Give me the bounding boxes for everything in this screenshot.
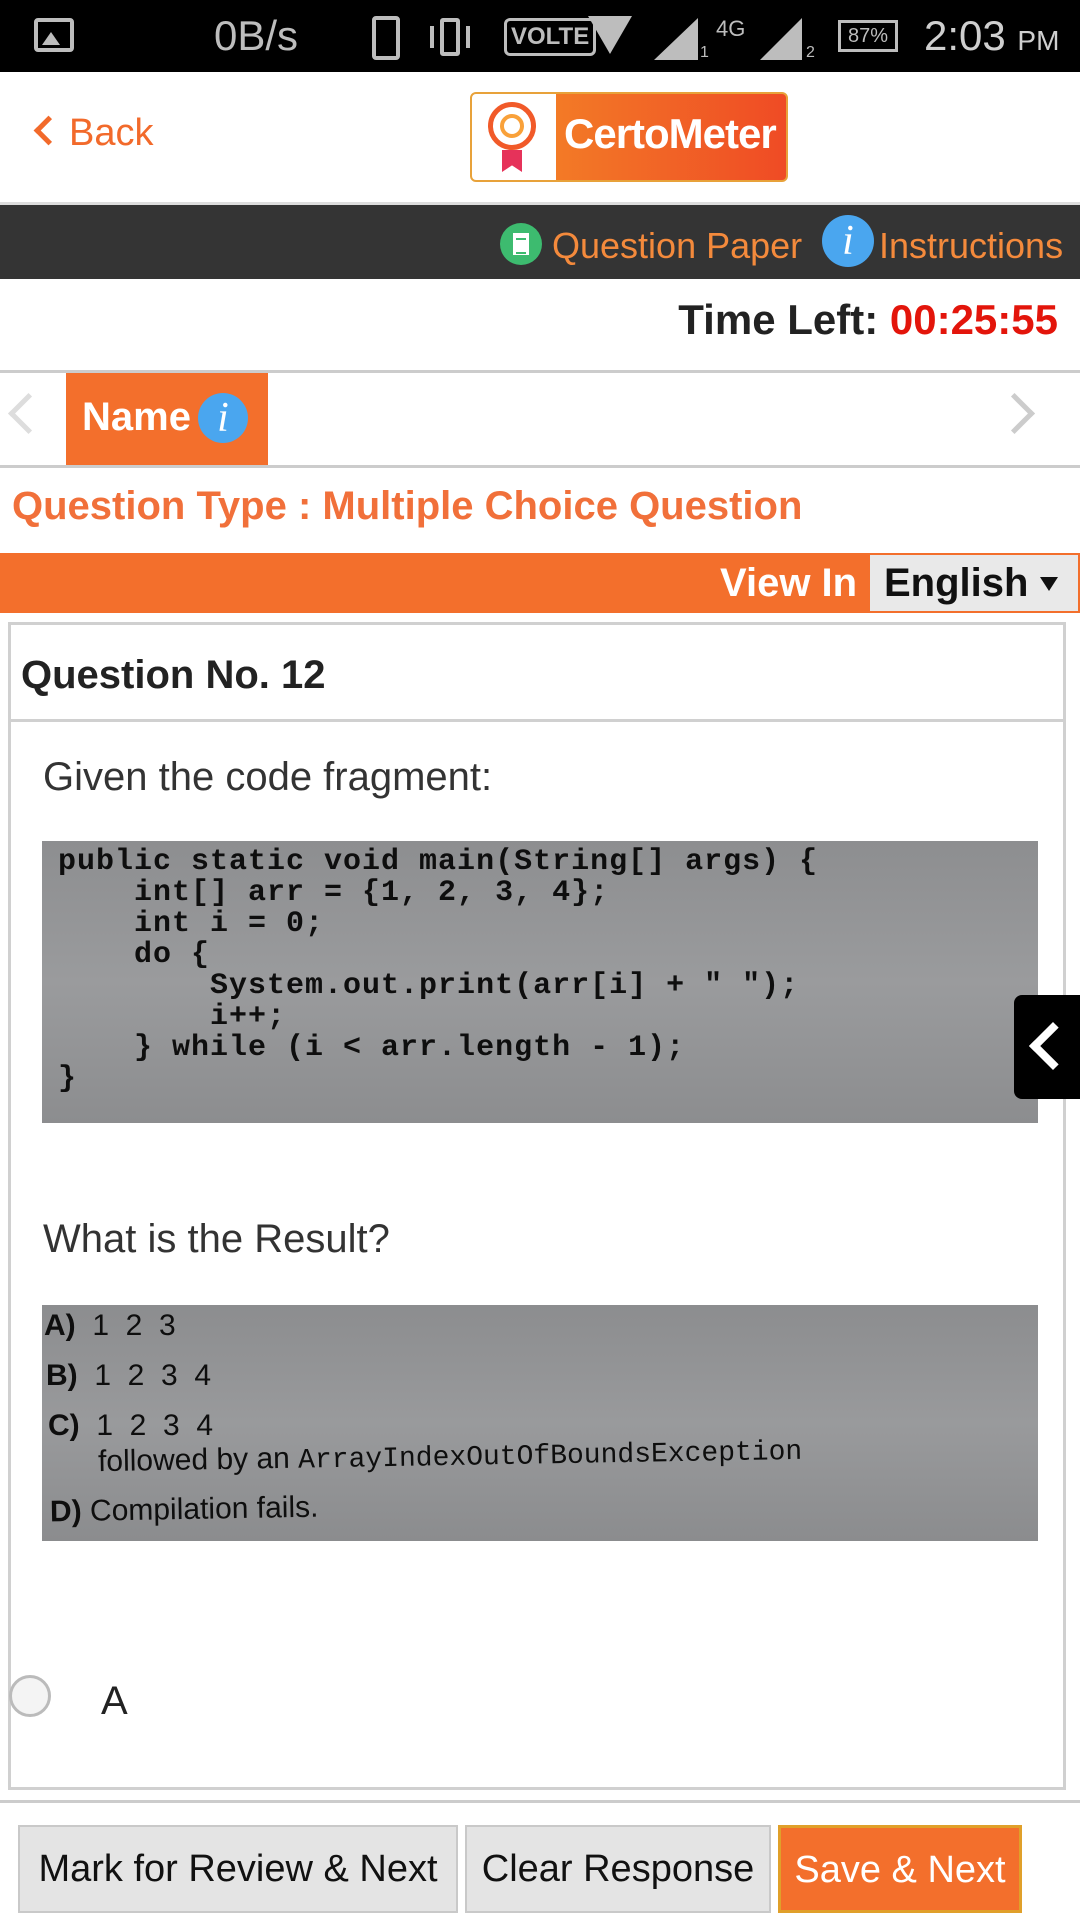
section-tab-name[interactable]: Name i <box>66 373 268 465</box>
info-icon[interactable]: i <box>822 215 874 267</box>
chevron-right-icon[interactable] <box>993 392 1036 435</box>
view-in-label: View In <box>720 561 858 605</box>
option-line-d: D) Compilation fails. <box>49 1490 319 1529</box>
question-intro: Given the code fragment: <box>43 755 493 799</box>
ribbon-icon <box>502 150 522 172</box>
language-select[interactable]: English <box>870 555 1078 611</box>
question-palette-toggle[interactable] <box>1014 995 1080 1099</box>
dropdown-arrow-icon <box>1040 577 1058 591</box>
divider <box>11 719 1063 722</box>
save-next-button[interactable]: Save & Next <box>778 1825 1022 1913</box>
question-type: Question Type : Multiple Choice Question <box>12 484 803 528</box>
status-bar: 0B/s VOLTE 1 4G 2 87% 2:03 PM <box>0 0 1080 72</box>
signal-icon-sim1 <box>654 18 698 60</box>
network-type: 4G <box>716 16 746 41</box>
instructions-link[interactable]: Instructions <box>879 225 1063 267</box>
option-line-b: B) 1 2 3 4 <box>46 1359 212 1392</box>
option-a-radio[interactable] <box>9 1675 51 1717</box>
mark-for-review-button[interactable]: Mark for Review & Next <box>18 1825 458 1913</box>
question-number: Question No. 12 <box>21 653 326 697</box>
question-paper-link[interactable]: Question Paper <box>552 225 802 267</box>
chevron-left-icon <box>1028 1021 1078 1071</box>
info-icon[interactable]: i <box>198 393 248 443</box>
action-bar: Mark for Review & Next Clear Response Sa… <box>0 1800 1080 1923</box>
question-prompt: What is the Result? <box>43 1217 390 1261</box>
net-speed: 0B/s <box>214 12 299 59</box>
options-image: A) 1 2 3 B) 1 2 3 4 C) 1 2 3 4 followed … <box>42 1305 1038 1541</box>
view-in-bar: View In English <box>0 553 1080 613</box>
code-image: public static void main(String[] args) {… <box>42 841 1038 1123</box>
certometer-logo: CertoMeter <box>470 92 788 182</box>
chevron-left-icon <box>33 115 64 146</box>
section-tabs: Name i <box>0 373 1080 468</box>
question-paper-icon[interactable] <box>500 223 542 265</box>
phone-icon <box>372 16 400 60</box>
signal-icon-sim2 <box>760 18 802 60</box>
option-line-c: C) 1 2 3 4 <box>48 1409 214 1442</box>
gallery-icon <box>34 18 74 52</box>
vibrate-icon <box>430 18 470 56</box>
option-a-label[interactable]: A <box>101 1679 128 1724</box>
code-block: public static void main(String[] args) {… <box>58 845 819 1096</box>
chevron-left-icon[interactable] <box>7 392 50 435</box>
volte-badge: VOLTE <box>504 18 597 56</box>
battery-icon: 87% <box>838 20 898 52</box>
wifi-icon <box>588 16 636 56</box>
option-line-a: A) 1 2 3 <box>44 1309 176 1342</box>
back-button[interactable]: Back <box>33 112 153 155</box>
app-header: Back CertoMeter <box>0 72 1080 205</box>
clock: 2:03 PM <box>924 12 1060 59</box>
language-select-value: English <box>884 561 1029 605</box>
time-left-value: 00:25:55 <box>889 296 1058 343</box>
clear-response-button[interactable]: Clear Response <box>465 1825 771 1913</box>
section-tab-label: Name <box>82 395 191 439</box>
question-panel: Question No. 12 Given the code fragment:… <box>8 622 1066 1790</box>
time-left: Time Left: 00:25:55 <box>678 296 1058 343</box>
exam-toolbar: Question Paper i Instructions <box>0 205 1080 279</box>
